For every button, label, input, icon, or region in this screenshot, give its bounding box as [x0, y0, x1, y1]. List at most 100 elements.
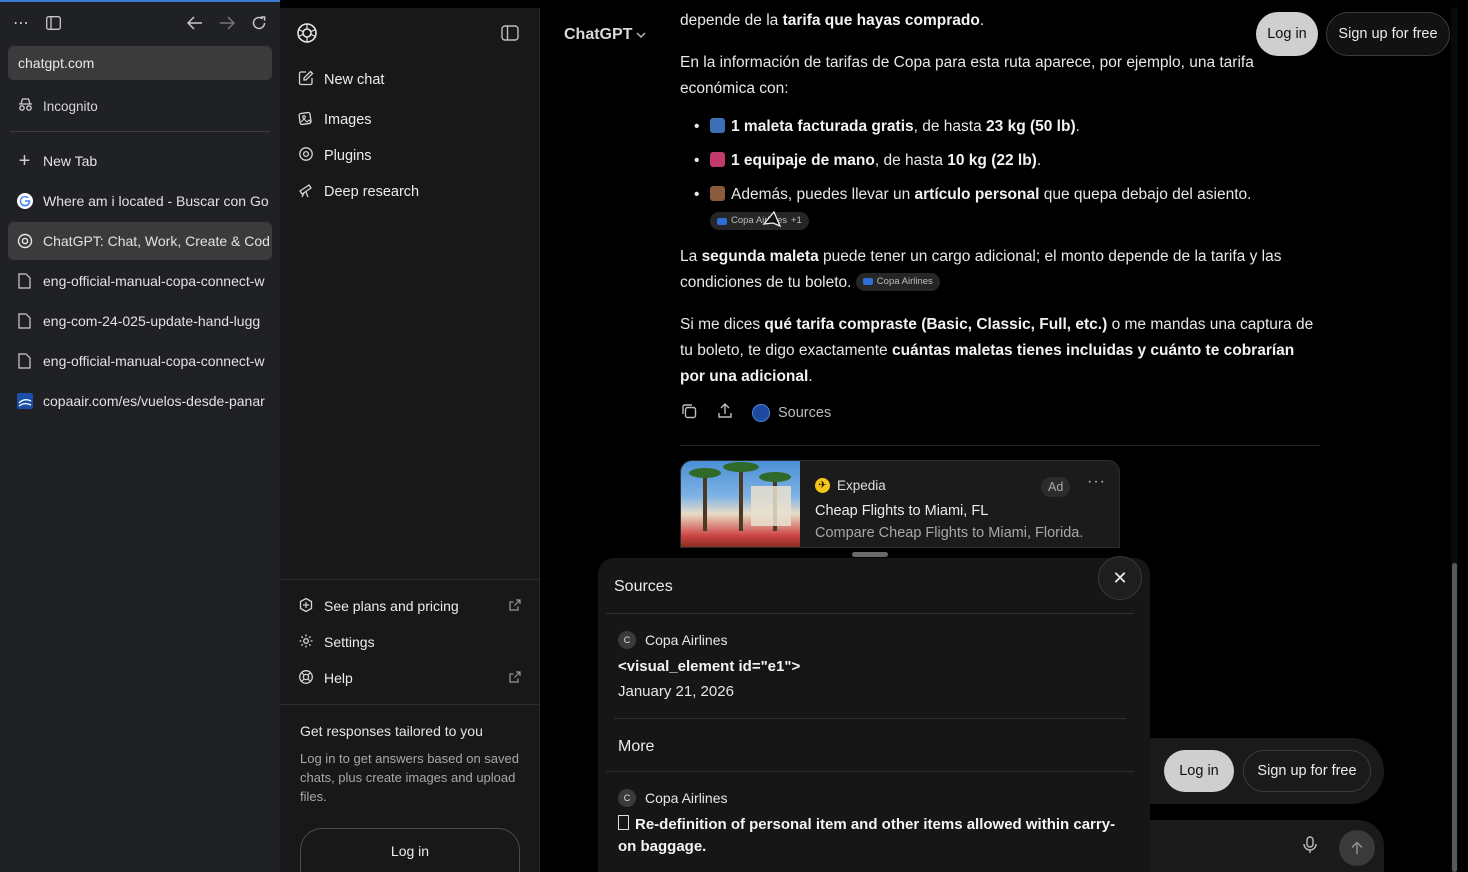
drag-handle[interactable] — [852, 552, 888, 557]
source-site: C Copa Airlines — [618, 631, 728, 649]
citation-chip[interactable]: Copa Airlines +1 — [710, 212, 809, 230]
back-arrow-icon[interactable] — [184, 12, 206, 34]
settings-button[interactable]: Settings — [280, 624, 539, 660]
sidebar-toggle-icon[interactable] — [501, 24, 519, 46]
sidebar-item-label: New chat — [324, 72, 385, 88]
more-sources-heading: More — [618, 738, 655, 755]
ad-badge: Ad — [1041, 477, 1071, 497]
send-button[interactable] — [1339, 830, 1375, 866]
incognito-icon — [18, 98, 33, 114]
ad-brand: ✈ Expedia — [815, 478, 886, 493]
sidebar-item-label: Images — [324, 112, 372, 128]
handbag-icon — [710, 186, 725, 201]
help-label: Help — [324, 670, 353, 686]
copa-flag-icon — [862, 278, 873, 285]
document-icon — [16, 353, 33, 370]
settings-label: Settings — [324, 634, 375, 650]
assistant-message: depende de la tarifa que hayas comprado.… — [680, 8, 1320, 390]
tab-copaair[interactable]: copaair.com/es/vuelos-desde-panar — [8, 382, 272, 420]
source-title-link[interactable]: Re-definition of personal item and other… — [618, 814, 1128, 858]
sidebar-item-images[interactable]: Images — [280, 102, 539, 138]
carry-on-bag-icon — [710, 152, 725, 167]
browser-menu-icon[interactable]: ⋯ — [10, 12, 32, 34]
external-link-icon — [509, 598, 521, 614]
header-signup-button[interactable]: Sign up for free — [1326, 12, 1450, 56]
divider — [10, 131, 270, 132]
google-icon — [16, 193, 33, 210]
arrow-up-icon — [1351, 841, 1363, 854]
ad-more-options-icon[interactable]: ··· — [1087, 473, 1106, 491]
browser-tab-sidebar: ⋯ chatgpt.com Incognito + New Tab Where … — [0, 0, 280, 872]
sources-title: Sources — [614, 578, 673, 595]
forward-arrow-icon[interactable] — [216, 12, 238, 34]
model-selector[interactable]: ChatGPT — [564, 26, 646, 44]
list-item: Además, puedes llevar un artículo person… — [680, 178, 1320, 212]
sidebar-item-label: Deep research — [324, 184, 420, 200]
chevron-down-icon — [636, 26, 646, 44]
address-text: chatgpt.com — [18, 55, 95, 71]
tab-pdf-manual-2[interactable]: eng-official-manual-copa-connect-w — [8, 342, 272, 380]
promo-text: Log in to get answers based on saved cha… — [300, 751, 519, 804]
see-plans-label: See plans and pricing — [324, 598, 459, 614]
tab-sidebar-toggle-icon[interactable] — [42, 12, 64, 34]
copa-source-icon — [752, 404, 770, 422]
help-lifebuoy-icon — [298, 669, 314, 688]
list-item: 1 maleta facturada gratis, de hasta 23 k… — [680, 110, 1320, 144]
ad-title: Cheap Flights to Miami, FL — [815, 503, 989, 519]
list-item: 1 equipaje de mano, de hasta 10 kg (22 l… — [680, 144, 1320, 178]
tab-google-search[interactable]: Where am i located - Buscar con Go — [8, 182, 272, 220]
sidebar-item-new-chat[interactable]: New chat — [280, 62, 539, 98]
site-favicon: C — [618, 789, 636, 807]
login-promo: Get responses tailored to you Log in to … — [280, 705, 539, 872]
see-plans-button[interactable]: See plans and pricing — [280, 588, 539, 624]
incognito-indicator: Incognito — [0, 86, 280, 126]
gear-icon — [298, 633, 314, 652]
message-actions: Sources — [680, 402, 831, 424]
tab-pdf-manual-1[interactable]: eng-official-manual-copa-connect-w — [8, 262, 272, 300]
sponsored-ad-card[interactable]: ✈ Expedia Ad ··· Cheap Flights to Miami, … — [680, 460, 1120, 548]
telescope-icon — [298, 182, 314, 202]
sidebar-item-label: Plugins — [324, 148, 372, 164]
close-icon: ✕ — [1112, 567, 1128, 588]
composer-login-button[interactable]: Log in — [1164, 750, 1234, 792]
share-icon[interactable] — [716, 402, 734, 424]
divider — [614, 718, 1126, 719]
document-icon — [16, 273, 33, 290]
suitcase-icon — [710, 118, 725, 133]
address-bar[interactable]: chatgpt.com — [8, 46, 272, 80]
sidebar-item-plugins[interactable]: Plugins — [280, 138, 539, 174]
tab-pdf-hand-luggage[interactable]: eng-com-24-025-update-hand-lugg — [8, 302, 272, 340]
message-paragraph: La segunda maleta puede tener un cargo a… — [680, 248, 1282, 291]
browser-toolbar: ⋯ — [0, 2, 280, 44]
copa-flag-icon — [717, 217, 727, 225]
site-favicon: C — [618, 631, 636, 649]
plans-icon — [298, 597, 314, 616]
plugins-icon — [298, 146, 314, 166]
close-button[interactable]: ✕ — [1098, 556, 1142, 600]
reload-icon[interactable] — [248, 12, 270, 34]
source-title-link[interactable]: <visual_element id="e1"> — [618, 656, 800, 678]
sources-button[interactable]: Sources — [752, 404, 831, 422]
composer-signup-button[interactable]: Sign up for free — [1243, 750, 1371, 792]
copa-logo-icon — [16, 393, 33, 410]
message-paragraph: Si me dices qué tarifa compraste (Basic,… — [680, 316, 1314, 385]
divider — [606, 771, 1134, 772]
copy-icon[interactable] — [680, 402, 698, 424]
scrollbar-thumb[interactable] — [1452, 563, 1457, 872]
promo-login-button[interactable]: Log in — [300, 828, 520, 872]
document-icon — [618, 815, 629, 830]
divider — [680, 445, 1320, 446]
sidebar-item-deep-research[interactable]: Deep research — [280, 174, 539, 210]
citation-chip[interactable]: Copa Airlines — [855, 272, 940, 291]
source-date: January 21, 2026 — [618, 683, 734, 700]
tab-chatgpt[interactable]: ChatGPT: Chat, Work, Create & Cod — [8, 222, 272, 260]
chatgpt-logo-icon[interactable] — [296, 22, 318, 49]
microphone-icon[interactable] — [1303, 836, 1317, 859]
help-button[interactable]: Help — [280, 660, 539, 696]
baggage-list: 1 maleta facturada gratis, de hasta 23 k… — [680, 110, 1320, 212]
new-tab-button[interactable]: + New Tab — [8, 142, 272, 180]
chatgpt-logo-icon — [16, 233, 33, 250]
ad-description: Compare Cheap Flights to Miami, Florida. — [815, 525, 1084, 541]
promo-title: Get responses tailored to you — [300, 723, 483, 739]
document-icon — [16, 313, 33, 330]
